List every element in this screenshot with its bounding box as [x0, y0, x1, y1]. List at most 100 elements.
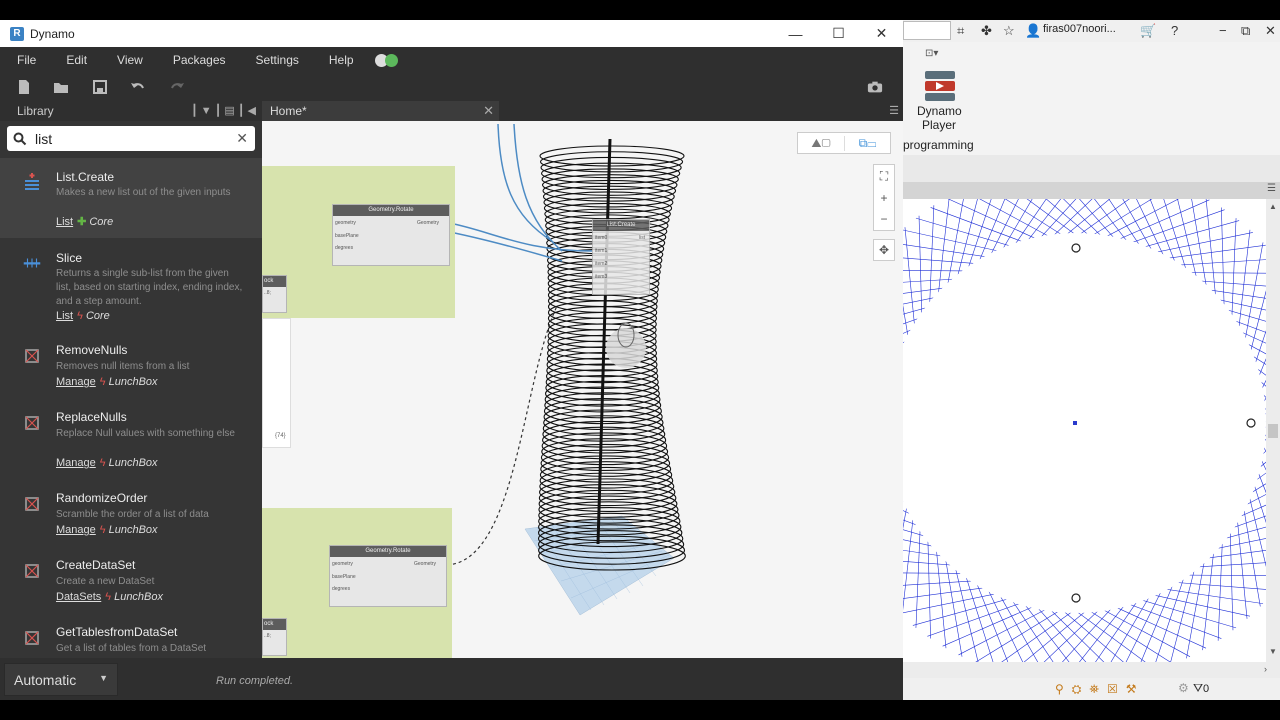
output-port-list[interactable]: list	[639, 235, 645, 241]
input-port-item3[interactable]: item3	[595, 274, 607, 280]
result-name: Slice	[56, 251, 83, 265]
result-name: RemoveNulls	[56, 343, 128, 357]
graph-view-toggle-icon[interactable]: ⛰▢	[798, 136, 844, 151]
zoom-fit-icon[interactable]: ⛶	[880, 169, 888, 184]
undo-icon[interactable]	[130, 79, 146, 95]
slice-icon	[23, 258, 41, 268]
result-description: Replace Null values with something else	[56, 428, 235, 439]
result-get-tables-from-dataset[interactable]: GetTablesfromDataSet Get a list of table…	[0, 623, 262, 658]
pan-icon[interactable]: ✥	[873, 239, 895, 261]
user-icon[interactable]: 👤	[1025, 23, 1041, 39]
lunchbox-package-icon	[25, 416, 39, 430]
library-search-box: ✕	[7, 126, 255, 151]
code-block-node[interactable]: ock ..8;	[262, 275, 287, 313]
restore-icon[interactable]: ⧉	[1241, 23, 1250, 39]
tab-menu-icon[interactable]: ☰	[889, 104, 899, 117]
result-slice[interactable]: Slice Returns a single sub-list from the…	[0, 246, 262, 326]
status-tool-icons[interactable]: ⚲⛭⛯☒⚒	[1055, 682, 1145, 697]
geometry-rotate-node[interactable]: Geometry.Rotate geometry basePlane degre…	[332, 204, 450, 266]
lunchbox-package-icon	[25, 497, 39, 511]
result-create-dataset[interactable]: CreateDataSet Create a new DataSet DataS…	[0, 556, 262, 616]
binoculars-icon[interactable]: ⌗	[957, 23, 964, 39]
input-port-item1[interactable]: item1	[595, 248, 607, 254]
result-category: List ϟ Core	[56, 310, 110, 322]
input-port-degrees[interactable]: degrees	[335, 245, 353, 251]
result-randomize-order[interactable]: RandomizeOrder Scramble the order of a l…	[0, 489, 262, 549]
input-port-baseplane[interactable]: basePlane	[332, 574, 356, 580]
menu-help[interactable]: Help	[329, 53, 354, 67]
menu-settings[interactable]: Settings	[256, 53, 299, 67]
dynamo-player-label[interactable]: Dynamo Player	[917, 104, 962, 132]
list-create-node[interactable]: List.Create item0 item1 item2 item3 list	[592, 219, 650, 295]
close-button[interactable]: ✕	[860, 20, 903, 47]
result-name: RandomizeOrder	[56, 491, 148, 505]
revit-search-field[interactable]	[903, 21, 951, 40]
output-port-geometry[interactable]: Geometry	[414, 561, 436, 567]
result-replace-nulls[interactable]: ReplaceNulls Replace Null values with so…	[0, 408, 262, 483]
dynamo-player-icon[interactable]	[924, 70, 956, 102]
menu-view[interactable]: View	[117, 53, 143, 67]
zoom-in-icon[interactable]: +	[880, 191, 887, 205]
menu-file[interactable]: File	[17, 53, 36, 67]
zoom-out-icon[interactable]: −	[880, 212, 887, 226]
result-category: DataSets ϟ LunchBox	[56, 591, 164, 603]
menu-edit[interactable]: Edit	[66, 53, 87, 67]
result-description: Create a new DataSet	[56, 576, 155, 587]
result-list-create[interactable]: List.Create Makes a new list out of the …	[0, 158, 262, 238]
input-port-baseplane[interactable]: basePlane	[335, 233, 359, 239]
input-port-geometry[interactable]: geometry	[335, 220, 356, 226]
search-results: List.Create Makes a new list out of the …	[0, 158, 262, 658]
run-mode-dropdown[interactable]: Automatic ▼	[4, 663, 118, 696]
revit-drawing-view[interactable]	[903, 199, 1266, 662]
minimize-icon[interactable]: −	[1219, 23, 1227, 38]
ribbon-dropdown-icon[interactable]: ⊡▾	[925, 48, 938, 59]
result-name: List.Create	[56, 170, 115, 184]
3d-view-toggle-icon[interactable]: ⧉▭	[844, 135, 890, 151]
new-file-icon[interactable]	[16, 79, 32, 95]
camera-icon[interactable]	[867, 79, 883, 95]
revit-view-tabs: ☰	[903, 182, 1280, 199]
clear-search-icon[interactable]: ✕	[236, 130, 248, 147]
help-icon[interactable]: ?	[1171, 23, 1178, 38]
vertical-scrollbar[interactable]: ▲ ▼	[1266, 199, 1280, 662]
result-description: Get a list of tables from a DataSet	[56, 643, 207, 654]
exchange-icon[interactable]: ✤	[981, 23, 992, 39]
workspace-canvas[interactable]: {74} Geometry.Rotate geometry basePlane …	[262, 121, 903, 658]
chevron-down-icon: ▼	[99, 673, 108, 683]
input-port-geometry[interactable]: geometry	[332, 561, 353, 567]
run-mode-value: Automatic	[14, 671, 77, 688]
notification-toggle-icon[interactable]	[374, 53, 405, 67]
result-remove-nulls[interactable]: RemoveNulls Removes null items from a li…	[0, 341, 262, 401]
horizontal-scrollbar[interactable]: ›	[903, 662, 1280, 678]
gear-icon[interactable]: ⚙	[1178, 681, 1189, 695]
tab-overflow-icon[interactable]: ☰	[1267, 183, 1276, 194]
node-title: ock	[263, 619, 286, 630]
minimize-button[interactable]: —	[774, 20, 817, 47]
close-tab-icon[interactable]: ✕	[483, 103, 494, 119]
workspace-tab-bar: Home* ✕ ☰	[262, 101, 903, 121]
input-port-degrees[interactable]: degrees	[332, 586, 350, 592]
star-icon[interactable]: ☆	[1003, 23, 1015, 39]
watch-node[interactable]: {74}	[262, 318, 291, 448]
library-header-icons[interactable]: ┃ ▼ ┃ ▤ ┃ ◀	[191, 104, 256, 117]
input-port-item0[interactable]: item0	[595, 235, 607, 241]
revit-plan-drawing	[903, 199, 1266, 662]
code-block-node[interactable]: ock ..8;	[262, 618, 287, 656]
cart-icon[interactable]: 🛒	[1140, 23, 1156, 39]
menu-packages[interactable]: Packages	[173, 53, 226, 67]
tab-home[interactable]: Home* ✕	[262, 101, 499, 121]
redo-icon[interactable]	[169, 79, 185, 95]
input-port-item2[interactable]: item2	[595, 261, 607, 267]
close-icon[interactable]: ✕	[1265, 23, 1276, 39]
toolbar	[0, 73, 903, 101]
filter-icon[interactable]: ⛛	[1193, 681, 1203, 696]
search-input[interactable]	[35, 130, 225, 147]
window-title: Dynamo	[30, 26, 75, 41]
open-folder-icon[interactable]	[53, 79, 69, 95]
save-icon[interactable]	[92, 79, 108, 95]
output-port-geometry[interactable]: Geometry	[417, 220, 439, 226]
user-name[interactable]: firas007noori...	[1043, 23, 1116, 35]
geometry-rotate-node[interactable]: Geometry.Rotate geometry basePlane degre…	[329, 545, 447, 607]
library-panel: Library ┃ ▼ ┃ ▤ ┃ ◀ ✕ List.Create Makes …	[0, 101, 262, 658]
maximize-button[interactable]: ☐	[817, 20, 860, 47]
